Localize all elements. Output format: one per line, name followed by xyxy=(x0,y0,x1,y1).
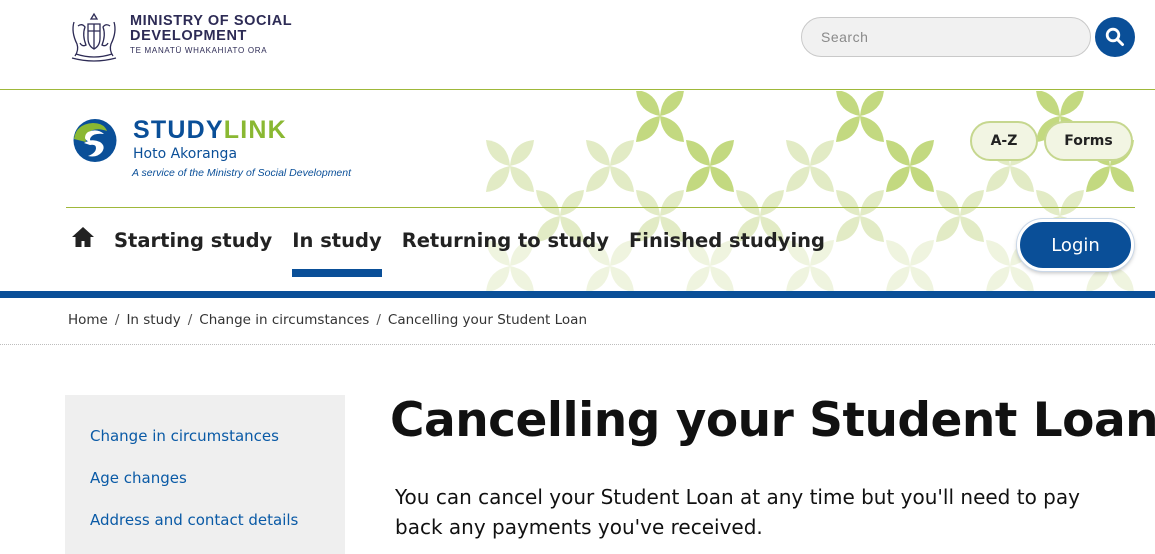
msd-top-bar: MINISTRY OF SOCIAL DEVELOPMENT TE MANATŪ… xyxy=(0,0,1155,90)
sidebar-item-address-and-contact-details[interactable]: Address and contact details xyxy=(90,510,345,552)
studylink-header: STUDYLINK Hoto Akoranga A service of the… xyxy=(0,91,1155,291)
page-title: Cancelling your Student Loan xyxy=(390,393,1155,448)
nav-item-finished-studying[interactable]: Finished studying xyxy=(629,229,825,252)
header-blue-bar xyxy=(0,291,1155,298)
forms-button[interactable]: Forms xyxy=(1044,121,1133,161)
search-icon xyxy=(1105,27,1124,46)
nav-item-returning-to-study[interactable]: Returning to study xyxy=(402,229,609,252)
breadcrumb-separator: / xyxy=(114,312,120,328)
breadcrumb-in-study[interactable]: In study xyxy=(126,312,180,328)
nav-item-starting-study[interactable]: Starting study xyxy=(114,229,272,252)
msd-logo[interactable]: MINISTRY OF SOCIAL DEVELOPMENT TE MANATŪ… xyxy=(64,10,300,62)
sidebar-nav: Change in circumstances Age changes Addr… xyxy=(65,395,345,554)
wordmark-link: LINK xyxy=(223,116,287,144)
nav-divider xyxy=(66,207,1135,208)
home-icon[interactable] xyxy=(70,224,96,250)
msd-maori-name: TE MANATŪ WHAKAHIATO ORA xyxy=(130,46,268,55)
breadcrumb-home[interactable]: Home xyxy=(68,312,108,328)
studylink-logo-icon xyxy=(73,119,117,162)
search-button[interactable] xyxy=(1095,17,1135,57)
studylink-maori-name: Hoto Akoranga xyxy=(133,146,238,162)
nav-item-in-study[interactable]: In study xyxy=(292,229,383,277)
search-input[interactable] xyxy=(801,17,1091,57)
msd-name: MINISTRY OF SOCIAL DEVELOPMENT xyxy=(130,13,292,44)
sidebar-item-change-in-circumstances[interactable]: Change in circumstances xyxy=(90,426,345,468)
az-button[interactable]: A-Z xyxy=(970,121,1038,161)
nz-coat-of-arms-icon xyxy=(71,12,117,62)
breadcrumb-separator: / xyxy=(376,312,381,328)
breadcrumb-change-in-circumstances[interactable]: Change in circumstances xyxy=(199,312,369,328)
breadcrumb: Home / In study / Change in circumstance… xyxy=(68,312,587,328)
breadcrumb-current-page: Cancelling your Student Loan xyxy=(387,312,588,328)
breadcrumb-separator: / xyxy=(187,312,193,328)
sidebar-item-age-changes[interactable]: Age changes xyxy=(90,468,345,510)
studylink-logo[interactable]: STUDYLINK Hoto Akoranga A service of the… xyxy=(66,118,351,179)
studylink-wordmark: STUDYLINK xyxy=(133,118,351,143)
wordmark-study: STUDY xyxy=(133,116,224,144)
studylink-tagline: A service of the Ministry of Social Deve… xyxy=(132,167,352,179)
intro-paragraph: You can cancel your Student Loan at any … xyxy=(395,485,1080,539)
main-nav: Starting study In study Returning to stu… xyxy=(70,226,845,277)
breadcrumb-divider xyxy=(0,344,1155,345)
login-button[interactable]: Login xyxy=(1017,219,1134,271)
